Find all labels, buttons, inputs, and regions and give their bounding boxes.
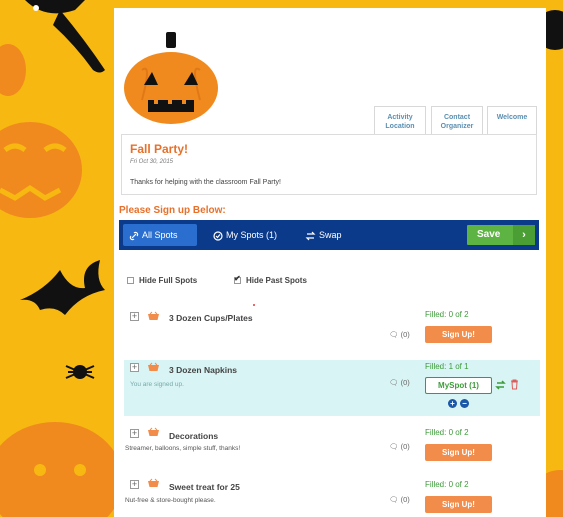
item-name: 3 Dozen Cups/Plates — [169, 313, 253, 323]
save-button[interactable]: Save › — [467, 225, 535, 245]
comment-icon: 🗨 — [389, 495, 399, 504]
event-date: Fri Oct 30, 2015 — [130, 159, 174, 165]
expand-icon[interactable]: + — [130, 429, 139, 438]
comment-icon: 🗨 — [389, 378, 399, 387]
signup-toolbar: All Spots My Spots (1) Swap Save › — [119, 220, 539, 250]
event-description: Thanks for helping with the classroom Fa… — [130, 179, 281, 186]
filled-status: Filled: 0 of 2 — [425, 480, 469, 489]
signup-button[interactable]: Sign Up! — [425, 444, 492, 461]
item-name: 3 Dozen Napkins — [169, 365, 238, 375]
decrease-quantity-button[interactable]: − — [460, 399, 469, 408]
comment-count[interactable]: 🗨 (0) — [389, 330, 410, 339]
chevron-right-icon: › — [513, 225, 535, 245]
comment-icon: 🗨 — [389, 330, 399, 339]
comment-count[interactable]: 🗨 (0) — [389, 378, 410, 387]
hide-past-filter[interactable]: Hide Past Spots — [234, 274, 307, 285]
increase-quantity-button[interactable]: + — [448, 399, 457, 408]
hide-full-filter[interactable]: Hide Full Spots — [127, 276, 197, 285]
signup-button[interactable]: Sign Up! — [425, 496, 492, 513]
expand-icon[interactable]: + — [130, 312, 139, 321]
signup-button[interactable]: Sign Up! — [425, 326, 492, 343]
my-spots-button[interactable]: My Spots (1) — [207, 224, 287, 246]
swap-icon — [305, 231, 316, 241]
pumpkin-logo — [124, 32, 218, 124]
basket-icon — [148, 478, 159, 487]
hide-full-checkbox[interactable] — [127, 277, 134, 284]
event-info-box: Fall Party! Fri Oct 30, 2015 Thanks for … — [121, 134, 537, 195]
list-item: + 3 Dozen Napkins You are signed up. 🗨 (… — [124, 360, 540, 416]
event-title: Fall Party! — [130, 142, 189, 156]
expand-icon[interactable]: + — [130, 363, 139, 372]
filled-status: Filled: 0 of 2 — [425, 428, 469, 437]
list-item: + Decorations Streamer, balloons, simple… — [124, 420, 540, 468]
myspot-button[interactable]: MySpot (1) — [425, 377, 492, 394]
item-name: Sweet treat for 25 — [169, 482, 240, 492]
comment-count[interactable]: 🗨 (0) — [389, 442, 410, 451]
all-spots-button[interactable]: All Spots — [123, 224, 197, 246]
check-circle-icon — [213, 231, 223, 241]
list-item: + Sweet treat for 25 Nut-free & store-bo… — [124, 470, 540, 516]
link-icon — [129, 231, 139, 240]
comment-count[interactable]: 🗨 (0) — [389, 495, 410, 504]
signed-up-note: You are signed up. — [130, 381, 184, 388]
swap-icon[interactable] — [495, 380, 506, 390]
signup-heading: Please Sign up Below: — [119, 205, 226, 216]
expand-icon[interactable]: + — [130, 480, 139, 489]
item-note: Streamer, balloons, simple stuff, thanks… — [125, 445, 241, 452]
trash-icon[interactable] — [510, 379, 519, 390]
basket-icon — [148, 362, 159, 371]
item-note: Nut-free & store-bought please. — [125, 497, 216, 504]
filled-status: Filled: 0 of 2 — [425, 310, 469, 319]
filled-status: Filled: 1 of 1 — [425, 362, 469, 371]
comment-icon: 🗨 — [389, 442, 399, 451]
list-item: + 3 Dozen Cups/Plates 🗨 (0) Filled: 0 of… — [124, 310, 540, 356]
item-name: Decorations — [169, 431, 219, 441]
basket-icon — [148, 427, 159, 436]
swap-button[interactable]: Swap — [299, 224, 349, 246]
basket-icon — [148, 311, 159, 320]
signup-panel: Activity Location Contact Organizer Welc… — [114, 8, 546, 517]
indicator-dot — [253, 304, 255, 306]
hide-past-checkbox[interactable] — [234, 274, 241, 284]
